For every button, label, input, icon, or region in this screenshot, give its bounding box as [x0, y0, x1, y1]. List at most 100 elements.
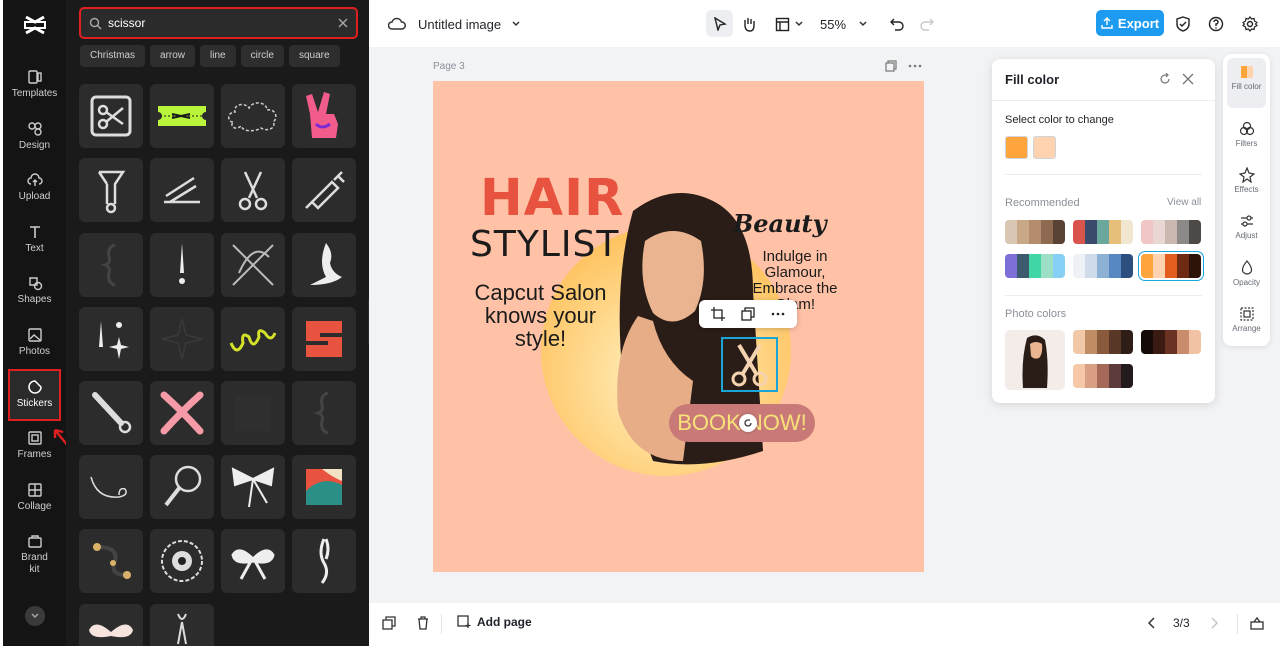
- sticker-abstract-leaf[interactable]: [292, 233, 356, 297]
- salon-tagline[interactable]: Capcut Salon knows your style!: [463, 281, 618, 350]
- sticker-color-tile[interactable]: [292, 455, 356, 519]
- sticker-squiggle[interactable]: [221, 307, 285, 371]
- more-icon[interactable]: [908, 64, 922, 68]
- sticker-crossed-bow[interactable]: [221, 233, 285, 297]
- nav-stickers[interactable]: Stickers: [8, 369, 61, 421]
- sticker-scissor-blade[interactable]: [79, 381, 143, 445]
- export-button[interactable]: Export: [1096, 10, 1164, 36]
- palette-swatch-row[interactable]: [1073, 220, 1133, 244]
- rail-adjust[interactable]: Adjust: [1223, 213, 1270, 240]
- nav-collage[interactable]: Collage: [3, 482, 66, 532]
- sticker-scissors[interactable]: [221, 158, 285, 222]
- sticker-shears[interactable]: [150, 158, 214, 222]
- undo-button[interactable]: [890, 12, 904, 36]
- sticker-dots-path[interactable]: [79, 529, 143, 593]
- sticker-hair-strand[interactable]: [292, 529, 356, 593]
- beauty-heading[interactable]: Beauty: [733, 209, 827, 238]
- palette-swatch-row[interactable]: [1005, 254, 1065, 278]
- view-all-link[interactable]: View all: [1167, 197, 1201, 208]
- sticker-brace-dark[interactable]: [292, 381, 356, 445]
- chip-square[interactable]: square: [288, 45, 340, 67]
- nav-templates[interactable]: Templates: [3, 69, 66, 119]
- delete-icon[interactable]: [416, 616, 430, 630]
- select-tool-button[interactable]: [706, 10, 733, 37]
- reset-icon[interactable]: [1159, 73, 1171, 85]
- headline-hair[interactable]: HAIR: [480, 169, 624, 228]
- chip-circle[interactable]: circle: [240, 45, 284, 67]
- rail-filters[interactable]: Filters: [1223, 121, 1270, 148]
- nav-expand-button[interactable]: [25, 606, 45, 626]
- sticker-pink-bow[interactable]: [79, 604, 143, 646]
- layout-dropdown[interactable]: [775, 12, 804, 36]
- palette-swatch-row[interactable]: [1005, 220, 1065, 244]
- crop-icon[interactable]: [711, 307, 725, 321]
- rail-opacity[interactable]: Opacity: [1223, 260, 1270, 287]
- selected-scissor-sticker[interactable]: [721, 337, 778, 392]
- chip-arrow[interactable]: arrow: [150, 45, 196, 67]
- chip-line[interactable]: line: [200, 45, 236, 67]
- nav-shapes[interactable]: Shapes: [3, 275, 66, 325]
- duplicate-page-icon[interactable]: [885, 60, 897, 72]
- palette-swatch-row[interactable]: [1141, 220, 1201, 244]
- zoom-dropdown[interactable]: 55%: [820, 12, 868, 36]
- more-icon[interactable]: [771, 312, 785, 316]
- hand-tool-button[interactable]: [741, 12, 757, 36]
- next-page-icon[interactable]: [1209, 617, 1219, 629]
- nav-upload[interactable]: Upload: [3, 172, 66, 222]
- photo-palette-row[interactable]: [1073, 364, 1133, 388]
- palette-swatch-row[interactable]: [1141, 254, 1201, 278]
- sticker-ribbon-line[interactable]: [150, 604, 214, 646]
- selected-color-swatch[interactable]: [1033, 136, 1056, 159]
- cloud-save-button[interactable]: [388, 12, 406, 36]
- sticker-hand-mirror[interactable]: [150, 455, 214, 519]
- sticker-dark-star[interactable]: [150, 307, 214, 371]
- selected-color-swatch[interactable]: [1005, 136, 1028, 159]
- sticker-peace-hand[interactable]: [292, 84, 356, 148]
- pages-panel-icon[interactable]: [1250, 616, 1264, 630]
- sticker-ribbon-bow[interactable]: [221, 455, 285, 519]
- rail-effects[interactable]: Effects: [1223, 167, 1270, 194]
- sticker-scissor-box[interactable]: [79, 84, 143, 148]
- sticker-white-bow[interactable]: [221, 529, 285, 593]
- nav-label: Templates: [11, 88, 58, 99]
- sticker-syringe[interactable]: [292, 158, 356, 222]
- rotate-handle[interactable]: [739, 414, 757, 432]
- redo-button[interactable]: [920, 12, 934, 36]
- photo-palette-row[interactable]: [1073, 330, 1133, 354]
- sticker-pink-x[interactable]: [150, 381, 214, 445]
- palette-swatch-row[interactable]: [1073, 254, 1133, 278]
- sticker-brace[interactable]: [79, 233, 143, 297]
- clear-icon[interactable]: [338, 18, 348, 28]
- rail-fill-color[interactable]: Fill color: [1227, 58, 1266, 108]
- nav-frames[interactable]: Frames: [3, 430, 66, 480]
- duplicate-page-icon[interactable]: [382, 616, 396, 630]
- nav-design[interactable]: Design: [3, 121, 66, 171]
- nav-text[interactable]: Text: [3, 224, 66, 274]
- sticker-mandala[interactable]: [150, 529, 214, 593]
- palette-color: [1041, 220, 1053, 244]
- add-page-button[interactable]: Add page: [457, 615, 532, 629]
- sticker-coupon[interactable]: [150, 84, 214, 148]
- close-icon[interactable]: [1182, 73, 1194, 85]
- settings-button[interactable]: [1242, 12, 1258, 36]
- photo-thumbnail[interactable]: [1005, 330, 1065, 390]
- prev-page-icon[interactable]: [1147, 617, 1157, 629]
- sticker-search-input[interactable]: [108, 16, 338, 30]
- sticker-sparkles[interactable]: [79, 307, 143, 371]
- sticker-letter-s[interactable]: [292, 307, 356, 371]
- nav-brand-kit[interactable]: Brand kit: [3, 533, 66, 581]
- shield-button[interactable]: [1175, 12, 1191, 36]
- sticker-curl-line[interactable]: [79, 455, 143, 519]
- sticker-dark-texture[interactable]: [221, 381, 285, 445]
- headline-stylist[interactable]: STYLIST: [470, 224, 619, 265]
- rail-arrange[interactable]: Arrange: [1223, 306, 1270, 333]
- duplicate-icon[interactable]: [741, 307, 755, 321]
- photo-palette-row[interactable]: [1141, 330, 1201, 354]
- chip-christmas[interactable]: Christmas: [80, 45, 146, 67]
- sticker-exclamation[interactable]: [150, 233, 214, 297]
- help-button[interactable]: [1208, 12, 1224, 36]
- artboard[interactable]: HAIR STYLIST Capcut Salon knows your sty…: [433, 81, 924, 572]
- sticker-cloud-outline[interactable]: [221, 84, 285, 148]
- document-title-dropdown[interactable]: Untitled image: [418, 12, 521, 36]
- sticker-tool-clamp[interactable]: [79, 158, 143, 222]
